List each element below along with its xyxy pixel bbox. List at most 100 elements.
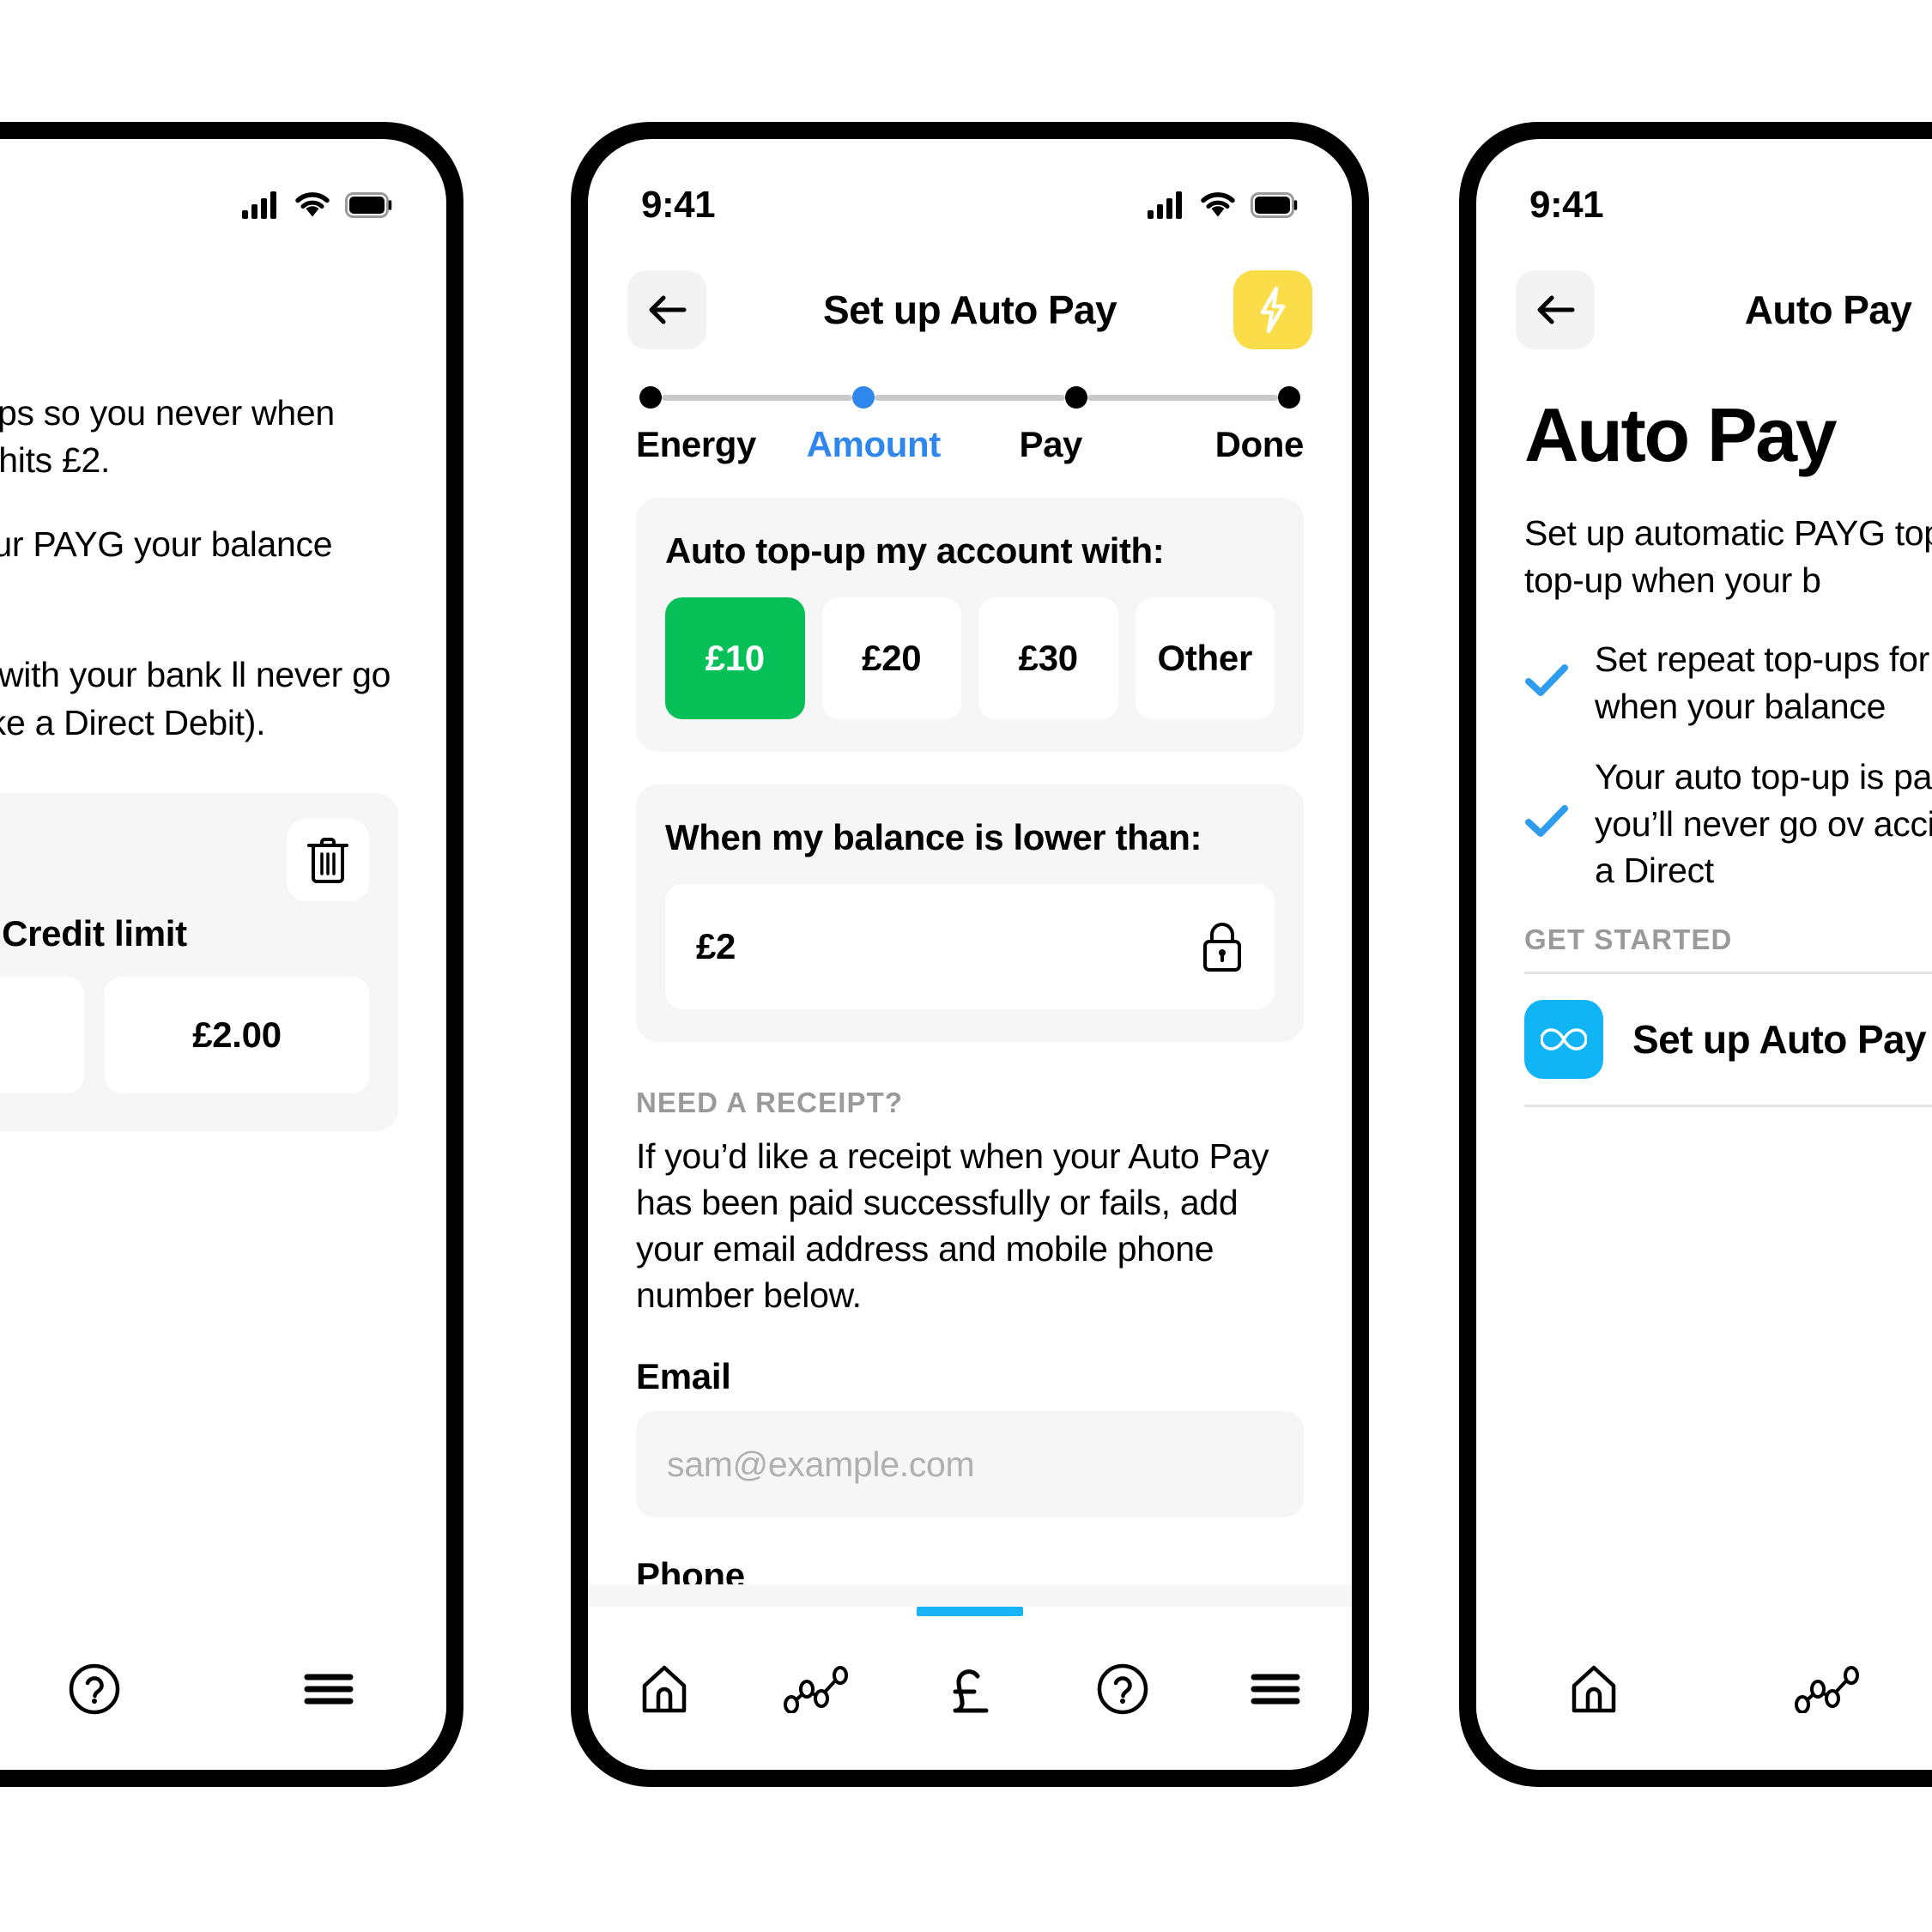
home-icon xyxy=(642,1665,687,1713)
stepper-track xyxy=(636,386,1304,409)
page-heading-right: Auto Pay xyxy=(1524,392,1838,477)
tab-menu-left[interactable] xyxy=(212,1646,446,1732)
arrow-left-icon xyxy=(1537,295,1575,324)
tab-home-center[interactable] xyxy=(588,1646,741,1732)
tab-pay-center[interactable] xyxy=(893,1607,1046,1732)
tab-help-left[interactable] xyxy=(0,1646,212,1732)
credit-limit-value-1[interactable]: £2.00 xyxy=(105,977,369,1094)
balance-threshold-value: £2 xyxy=(696,926,736,966)
question-circle-icon xyxy=(1097,1663,1148,1715)
amount-option-20[interactable]: £20 xyxy=(821,597,961,719)
step-label-pay: Pay xyxy=(1019,424,1083,464)
status-bar-center: 9:41 xyxy=(588,139,1352,242)
status-icons xyxy=(242,191,393,219)
home-icon xyxy=(1572,1665,1615,1713)
intro-text-right: Set up automatic PAYG top-u forget to to… xyxy=(1524,513,1932,600)
phone-right: 9:41 Auto Pay Auto Pay Set up automatic … xyxy=(1459,122,1932,1787)
tab-bar-center xyxy=(588,1607,1352,1770)
step-line-1 xyxy=(662,394,852,401)
energy-boost-button[interactable] xyxy=(1233,270,1312,349)
menu-icon xyxy=(1251,1674,1300,1705)
tabbar-top-fade xyxy=(588,1584,1352,1607)
phone-center: 9:41 Set up Auto Pay Energy Amount Pay D… xyxy=(571,122,1369,1787)
amount-option-10[interactable]: £10 xyxy=(665,597,805,719)
balance-threshold-title: When my balance is lower than: xyxy=(665,817,1202,857)
amount-option-30[interactable]: £30 xyxy=(978,597,1118,719)
nav-bar-left: Auto Pay xyxy=(0,242,446,354)
check-icon xyxy=(1524,804,1569,843)
nav-bar-right: Auto Pay xyxy=(1476,242,1932,354)
benefit-item-1: Your auto top-up is paid card, so you’ll… xyxy=(1524,754,1932,894)
step-line-2 xyxy=(875,394,1065,401)
step-dot-amount[interactable] xyxy=(852,386,875,409)
receipt-eyebrow: NEED A RECEIPT? xyxy=(636,1087,904,1118)
usage-graph-icon xyxy=(784,1666,848,1713)
tab-usage-right[interactable] xyxy=(1711,1646,1932,1732)
balance-threshold-card: When my balance is lower than: £2 xyxy=(636,784,1304,1042)
benefit-item-0: Set repeat top-ups for yo meter when you… xyxy=(1524,636,1932,730)
arrow-left-icon xyxy=(649,295,687,324)
auto-topup-amount-card: Auto top-up my account with: £10 £20 £30… xyxy=(636,498,1304,752)
step-label-amount: Amount xyxy=(806,424,942,464)
lightning-bolt-icon xyxy=(1260,286,1286,334)
content-left: c PAYG top-ups so you never when your ba… xyxy=(0,354,446,1132)
auto-topup-amount-title: Auto top-up my account with: xyxy=(665,530,1165,571)
step-line-3 xyxy=(1087,394,1278,401)
infinity-icon xyxy=(1524,999,1603,1079)
benefits-list: Set repeat top-ups for yo meter when you… xyxy=(1524,636,1932,894)
step-dot-energy[interactable] xyxy=(639,386,662,409)
usage-graph-icon xyxy=(1794,1666,1859,1713)
step-dot-done[interactable] xyxy=(1278,386,1300,409)
benefit-text-0: Set repeat top-ups for yo meter when you… xyxy=(1595,639,1932,726)
status-bar-right: 9:41 xyxy=(1476,139,1932,242)
status-time: 9:41 xyxy=(1529,184,1604,226)
amount-option-group: £10 £20 £30 Other xyxy=(665,597,1275,719)
list-divider-bottom xyxy=(1524,1104,1932,1107)
set-up-auto-pay-row[interactable]: Set up Auto Pay xyxy=(1524,974,1932,1105)
get-started-eyebrow: GET STARTED xyxy=(1524,923,1733,955)
content-center: Auto top-up my account with: £10 £20 £30… xyxy=(588,498,1352,1770)
pound-icon xyxy=(953,1669,989,1713)
tab-home-right[interactable] xyxy=(1476,1646,1711,1732)
screenshot-stage: Auto Pay c PAYG top-ups so you never whe… xyxy=(0,0,1932,1932)
back-button[interactable] xyxy=(627,270,706,349)
delete-button[interactable] xyxy=(287,819,369,902)
wifi-icon xyxy=(295,192,330,217)
battery-icon xyxy=(1251,192,1298,218)
receipt-body: If you’d like a receipt when your Auto P… xyxy=(636,1136,1269,1316)
email-placeholder: sam@example.com xyxy=(667,1444,975,1484)
trash-icon xyxy=(307,838,348,884)
battery-icon xyxy=(345,192,392,218)
cellular-signal-icon xyxy=(1148,191,1182,219)
tab-usage-center[interactable] xyxy=(741,1646,893,1732)
status-icons xyxy=(1148,191,1299,219)
credit-limit-value-0[interactable] xyxy=(0,977,84,1094)
credit-limit-card: Credit limit £2.00 xyxy=(0,793,398,1132)
balance-threshold-field[interactable]: £2 xyxy=(665,884,1275,1009)
email-field[interactable]: sam@example.com xyxy=(636,1411,1304,1518)
tab-bar-right xyxy=(1476,1607,1932,1770)
tab-menu-center[interactable] xyxy=(1199,1646,1352,1732)
status-bar-left xyxy=(0,139,446,242)
check-icon xyxy=(1524,663,1569,702)
lock-icon xyxy=(1203,923,1241,972)
stepper-labels: Energy Amount Pay Done xyxy=(636,424,1304,465)
phone-left: Auto Pay c PAYG top-ups so you never whe… xyxy=(0,122,463,1787)
tab-help-center[interactable] xyxy=(1046,1646,1199,1732)
cellular-signal-icon xyxy=(242,191,276,219)
back-button[interactable] xyxy=(1516,270,1595,349)
progress-stepper: Energy Amount Pay Done xyxy=(588,354,1352,465)
left-paragraph-2: op-ups for your PAYG your balance reache… xyxy=(0,524,333,564)
benefit-text-1: Your auto top-up is paid card, so you’ll… xyxy=(1595,757,1932,891)
left-paragraph-1: c PAYG top-ups so you never when your ba… xyxy=(0,393,335,481)
phone-center-screen: 9:41 Set up Auto Pay Energy Amount Pay D… xyxy=(588,139,1352,1770)
status-time: 9:41 xyxy=(641,184,716,226)
step-dot-pay[interactable] xyxy=(1065,386,1087,409)
left-paragraph-3: op-up is paid with your bank ll never go… xyxy=(0,655,391,742)
step-label-done: Done xyxy=(1214,424,1305,464)
phone-right-screen: 9:41 Auto Pay Auto Pay Set up automatic … xyxy=(1476,139,1932,1770)
content-right: Auto Pay Set up automatic PAYG top-u for… xyxy=(1476,391,1932,1107)
menu-icon xyxy=(304,1674,354,1705)
amount-option-other[interactable]: Other xyxy=(1135,597,1275,719)
phone-left-screen: Auto Pay c PAYG top-ups so you never whe… xyxy=(0,139,446,1770)
